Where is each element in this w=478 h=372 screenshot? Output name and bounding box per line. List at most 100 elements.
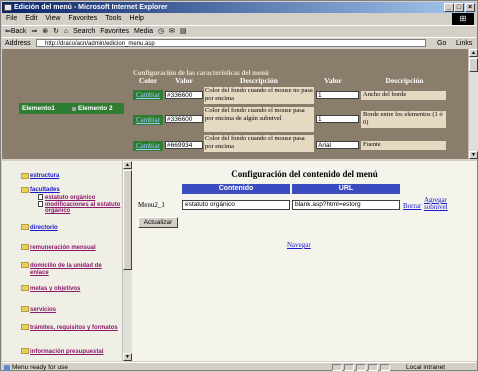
- status-segment: [344, 364, 354, 371]
- address-label: Address: [5, 40, 31, 47]
- menu-preview: Elemento1 Elemento 2: [19, 103, 124, 114]
- menu-tools[interactable]: Tools: [105, 15, 121, 22]
- nav-frame: estructura facultades estatuto orgánico …: [2, 161, 130, 361]
- nav-item[interactable]: domicilio de la unidad de enlace: [30, 263, 120, 277]
- folder-icon: [21, 306, 29, 312]
- row-description-2: Borde entre los elementos (1 ó 0): [361, 111, 446, 128]
- folder-icon: [21, 244, 29, 250]
- ie-icon: [4, 4, 12, 11]
- menu-favorites[interactable]: Favorites: [68, 15, 97, 22]
- header-description-2: Descripción: [385, 76, 424, 85]
- windows-logo-icon: ⊞: [452, 13, 474, 25]
- status-segment: [356, 364, 366, 371]
- add-subitem-link[interactable]: Agregar subnivel: [424, 197, 464, 211]
- menu-view[interactable]: View: [45, 15, 60, 22]
- change-color-link[interactable]: Cambiar: [133, 90, 163, 100]
- change-color-link[interactable]: Cambiar: [133, 115, 163, 125]
- address-input[interactable]: http://draco/acn/admin/edicion_menu.asp: [36, 39, 426, 47]
- navigate-link[interactable]: Navegar: [287, 241, 311, 249]
- header-value: Valor: [175, 76, 193, 85]
- folder-icon: [21, 324, 29, 330]
- preview-item-1[interactable]: Elemento1: [22, 103, 55, 114]
- page-icon: [4, 365, 10, 371]
- row-description-2: Fuente: [361, 141, 446, 150]
- row-description-2: Ancho del borde: [361, 91, 446, 100]
- config-frame: Elemento1 Elemento 2 Configuración de la…: [2, 49, 468, 159]
- header-description: Descripción: [240, 76, 278, 85]
- scroll-up-icon[interactable]: ▲: [123, 161, 132, 169]
- media-button[interactable]: Media: [134, 28, 153, 35]
- menu-file[interactable]: File: [6, 15, 17, 22]
- content-title: Configuración del contenido del menú: [231, 169, 378, 179]
- config-scrollbar[interactable]: ▲ ▼: [468, 49, 478, 159]
- change-color-link[interactable]: Cambiar: [133, 141, 163, 151]
- folder-icon: [21, 348, 29, 354]
- document-icon: [38, 201, 43, 207]
- menu-edit[interactable]: Edit: [25, 15, 37, 22]
- row-description: Color del fondo cuando el mouse pasa por…: [204, 107, 314, 132]
- status-segment: [380, 364, 390, 371]
- value-input[interactable]: 1: [316, 91, 359, 99]
- scroll-thumb[interactable]: [469, 58, 478, 72]
- update-button[interactable]: Actualizar: [138, 217, 178, 228]
- title-bar: Edición del menú - Microsoft Internet Ex…: [2, 2, 476, 13]
- folder-icon: [21, 187, 29, 193]
- nav-item[interactable]: trámites, requisitos y formatos: [30, 325, 120, 332]
- folder-icon: [21, 224, 29, 230]
- url-input[interactable]: blank.asp?html=estorg: [292, 200, 400, 210]
- folder-icon: [21, 285, 29, 291]
- row-label: Menu2_1: [138, 201, 165, 209]
- value-input[interactable]: 1: [316, 115, 359, 123]
- nav-scrollbar[interactable]: ▲ ▼: [122, 161, 132, 361]
- home-icon[interactable]: ⌂: [64, 28, 68, 35]
- nav-item[interactable]: estructura: [30, 173, 59, 180]
- nav-item[interactable]: remuneración mensual: [30, 245, 96, 252]
- nav-subitem[interactable]: estatuto orgánico: [45, 195, 123, 201]
- mail-icon[interactable]: ✉: [169, 28, 175, 35]
- row-description: Color del fondo cuando el mouse no pasa …: [204, 87, 314, 104]
- delete-link[interactable]: Borrar: [403, 202, 421, 210]
- nav-item[interactable]: facultades: [30, 187, 60, 194]
- color-input[interactable]: #336600: [165, 115, 203, 123]
- scroll-down-icon[interactable]: ▼: [469, 151, 478, 159]
- folder-icon: [21, 173, 29, 179]
- scroll-down-icon[interactable]: ▼: [123, 353, 132, 361]
- forward-button[interactable]: ⇒: [31, 28, 37, 35]
- header-value-2: Valor: [324, 76, 342, 85]
- stop-icon[interactable]: ⊗: [42, 28, 48, 35]
- nav-item[interactable]: servicios: [30, 307, 56, 314]
- row-description: Color del fondo cuando el mouse pasa por…: [204, 135, 314, 152]
- scroll-thumb[interactable]: [123, 170, 132, 270]
- nav-item[interactable]: información presupuestal: [30, 349, 103, 356]
- close-button[interactable]: ×: [465, 3, 475, 12]
- history-icon[interactable]: ◷: [158, 28, 164, 35]
- status-segment: [332, 364, 342, 371]
- header-color: Color: [138, 76, 158, 85]
- folder-icon: [21, 262, 29, 268]
- favorites-button[interactable]: Favorites: [100, 28, 129, 35]
- document-icon: [38, 194, 43, 200]
- page-content: Elemento1 Elemento 2 Configuración de la…: [2, 49, 478, 361]
- color-input[interactable]: #336600: [165, 91, 203, 99]
- search-button[interactable]: Search: [73, 28, 95, 35]
- color-input[interactable]: #669934: [165, 141, 203, 149]
- header-url: URL: [292, 184, 400, 194]
- maximize-button[interactable]: □: [454, 3, 464, 12]
- window-title: Edición del menú - Microsoft Internet Ex…: [14, 4, 168, 11]
- separator: [72, 107, 76, 111]
- address-bar: Address http://draco/acn/admin/edicion_m…: [2, 37, 476, 58]
- back-button[interactable]: ⇐Back: [5, 28, 26, 35]
- minimize-button[interactable]: _: [444, 3, 454, 12]
- status-segment: [368, 364, 378, 371]
- menu-help[interactable]: Help: [130, 15, 144, 22]
- refresh-icon[interactable]: ↻: [53, 28, 59, 35]
- scroll-up-icon[interactable]: ▲: [469, 49, 478, 57]
- preview-item-2[interactable]: Elemento 2: [78, 103, 113, 114]
- content-input[interactable]: estatuto orgánico: [182, 200, 290, 210]
- value-input[interactable]: Arial: [316, 141, 359, 149]
- nav-item[interactable]: metas y objetivos: [30, 286, 80, 293]
- print-icon[interactable]: ▤: [180, 28, 187, 35]
- nav-item[interactable]: directorio: [30, 225, 58, 232]
- go-button[interactable]: Go: [437, 38, 446, 49]
- nav-subitem[interactable]: modificaciones al estatuto orgánico: [45, 202, 123, 214]
